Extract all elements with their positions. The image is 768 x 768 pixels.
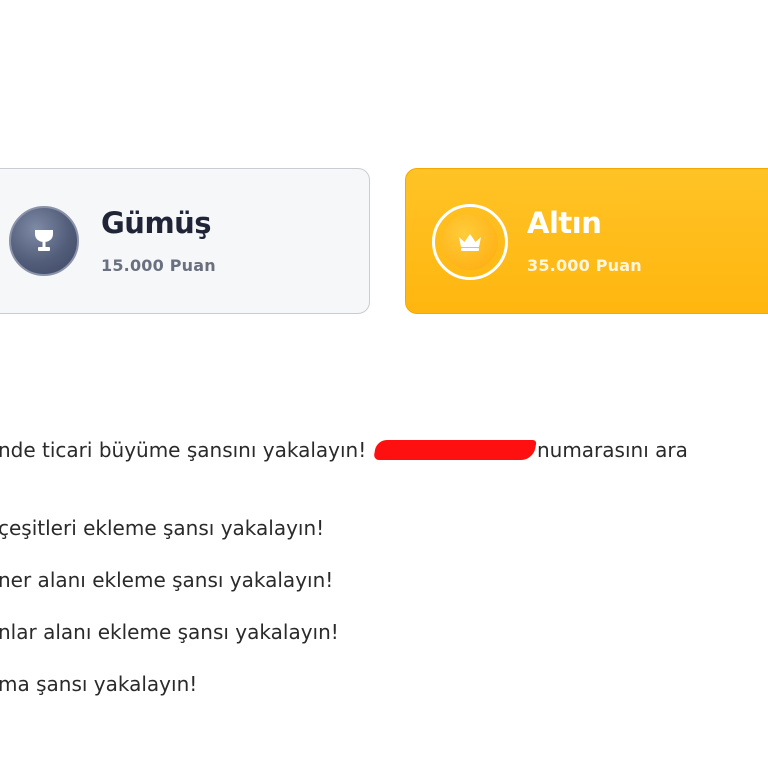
benefit-item: çeşitleri ekleme şansı yakalayın! bbox=[0, 516, 325, 540]
crown-icon bbox=[442, 214, 498, 270]
tier-name: Gümüş bbox=[101, 206, 212, 240]
redaction-mark bbox=[372, 440, 537, 460]
trophy-icon bbox=[9, 206, 79, 276]
tier-points: 35.000 Puan bbox=[527, 256, 642, 275]
intro-text: nde ticari büyüme şansını yakalayın! num… bbox=[0, 438, 688, 462]
benefit-item: nlar alanı ekleme şansı yakalayın! bbox=[0, 620, 339, 644]
tier-card-silver[interactable]: Gümüş 15.000 Puan bbox=[0, 168, 370, 314]
tier-name: Altın bbox=[527, 206, 602, 240]
benefit-item: ma şansı yakalayın! bbox=[0, 672, 198, 696]
intro-before: nde ticari büyüme şansını yakalayın! bbox=[0, 438, 367, 462]
tier-card-gold[interactable]: Altın 35.000 Puan bbox=[405, 168, 768, 314]
intro-after: numarasını ara bbox=[536, 438, 688, 462]
tier-points: 15.000 Puan bbox=[101, 256, 216, 275]
membership-page: Gümüş 15.000 Puan Altın 35.000 Puan nde … bbox=[0, 0, 768, 768]
crown-badge bbox=[432, 204, 508, 280]
benefit-item: ner alanı ekleme şansı yakalayın! bbox=[0, 568, 334, 592]
